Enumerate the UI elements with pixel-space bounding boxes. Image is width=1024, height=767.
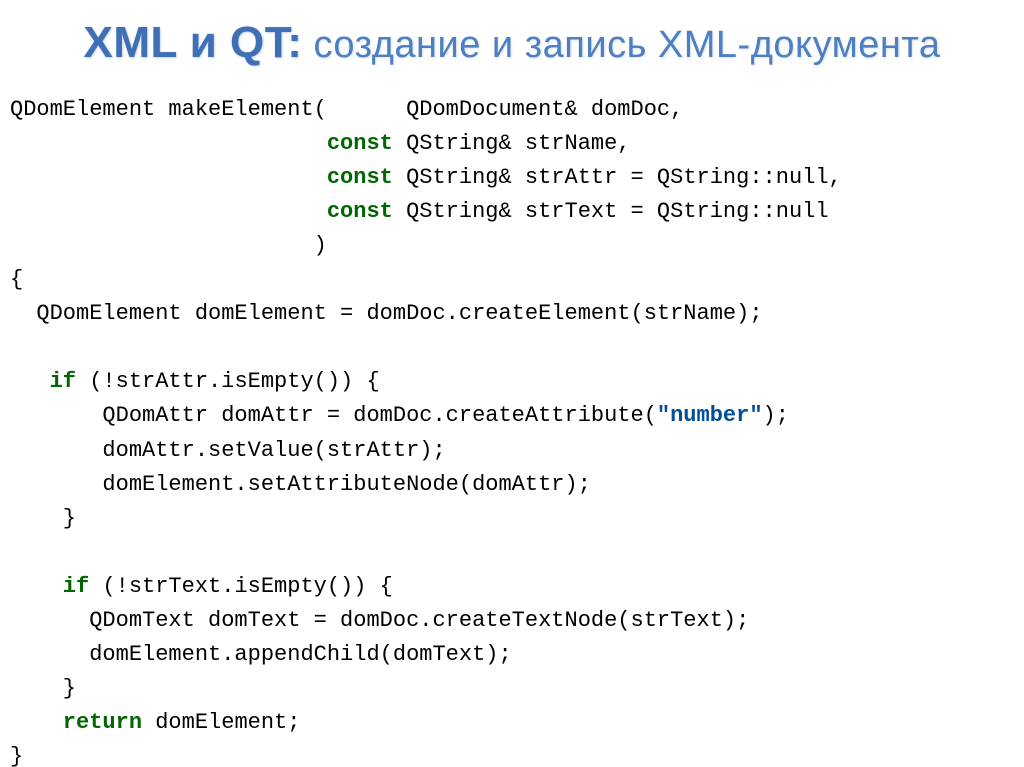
code-line: } <box>10 676 76 701</box>
code-line: QDomElement domElement = domDoc.createEl… <box>10 301 763 326</box>
code-line: } <box>10 506 76 531</box>
code-block: QDomElement makeElement( QDomDocument& d… <box>0 93 1024 767</box>
slide-title: XML и QT: создание и запись XML-документ… <box>0 18 1024 69</box>
title-main: XML и QT: <box>83 18 302 67</box>
code-line: QDomElement makeElement( QDomDocument& d… <box>10 97 683 122</box>
slide: XML и QT: создание и запись XML-документ… <box>0 0 1024 767</box>
code-text: (!strText.isEmpty()) { <box>89 574 393 599</box>
code-line: { <box>10 267 23 292</box>
keyword-if: if <box>10 369 76 394</box>
code-text: QDomAttr domAttr = domDoc.createAttribut… <box>10 403 657 428</box>
keyword-return: return <box>10 710 142 735</box>
keyword-if: if <box>10 574 89 599</box>
keyword-const: const <box>10 199 393 224</box>
code-line: domAttr.setValue(strAttr); <box>10 438 446 463</box>
title-sub: создание и запись XML-документа <box>302 24 940 66</box>
code-text: (!strAttr.isEmpty()) { <box>76 369 380 394</box>
code-text: QString& strName, <box>393 131 631 156</box>
code-text: ); <box>763 403 789 428</box>
code-line: domElement.setAttributeNode(domAttr); <box>10 472 591 497</box>
code-text: QString& strAttr = QString::null, <box>393 165 842 190</box>
code-text: QString& strText = QString::null <box>393 199 829 224</box>
code-line: domElement.appendChild(domText); <box>10 642 512 667</box>
keyword-const: const <box>10 165 393 190</box>
keyword-const: const <box>10 131 393 156</box>
code-line: ) <box>10 233 327 258</box>
code-text: domElement; <box>142 710 300 735</box>
code-line: QDomText domText = domDoc.createTextNode… <box>10 608 749 633</box>
code-line: } <box>10 744 23 767</box>
string-literal: "number" <box>657 403 763 428</box>
